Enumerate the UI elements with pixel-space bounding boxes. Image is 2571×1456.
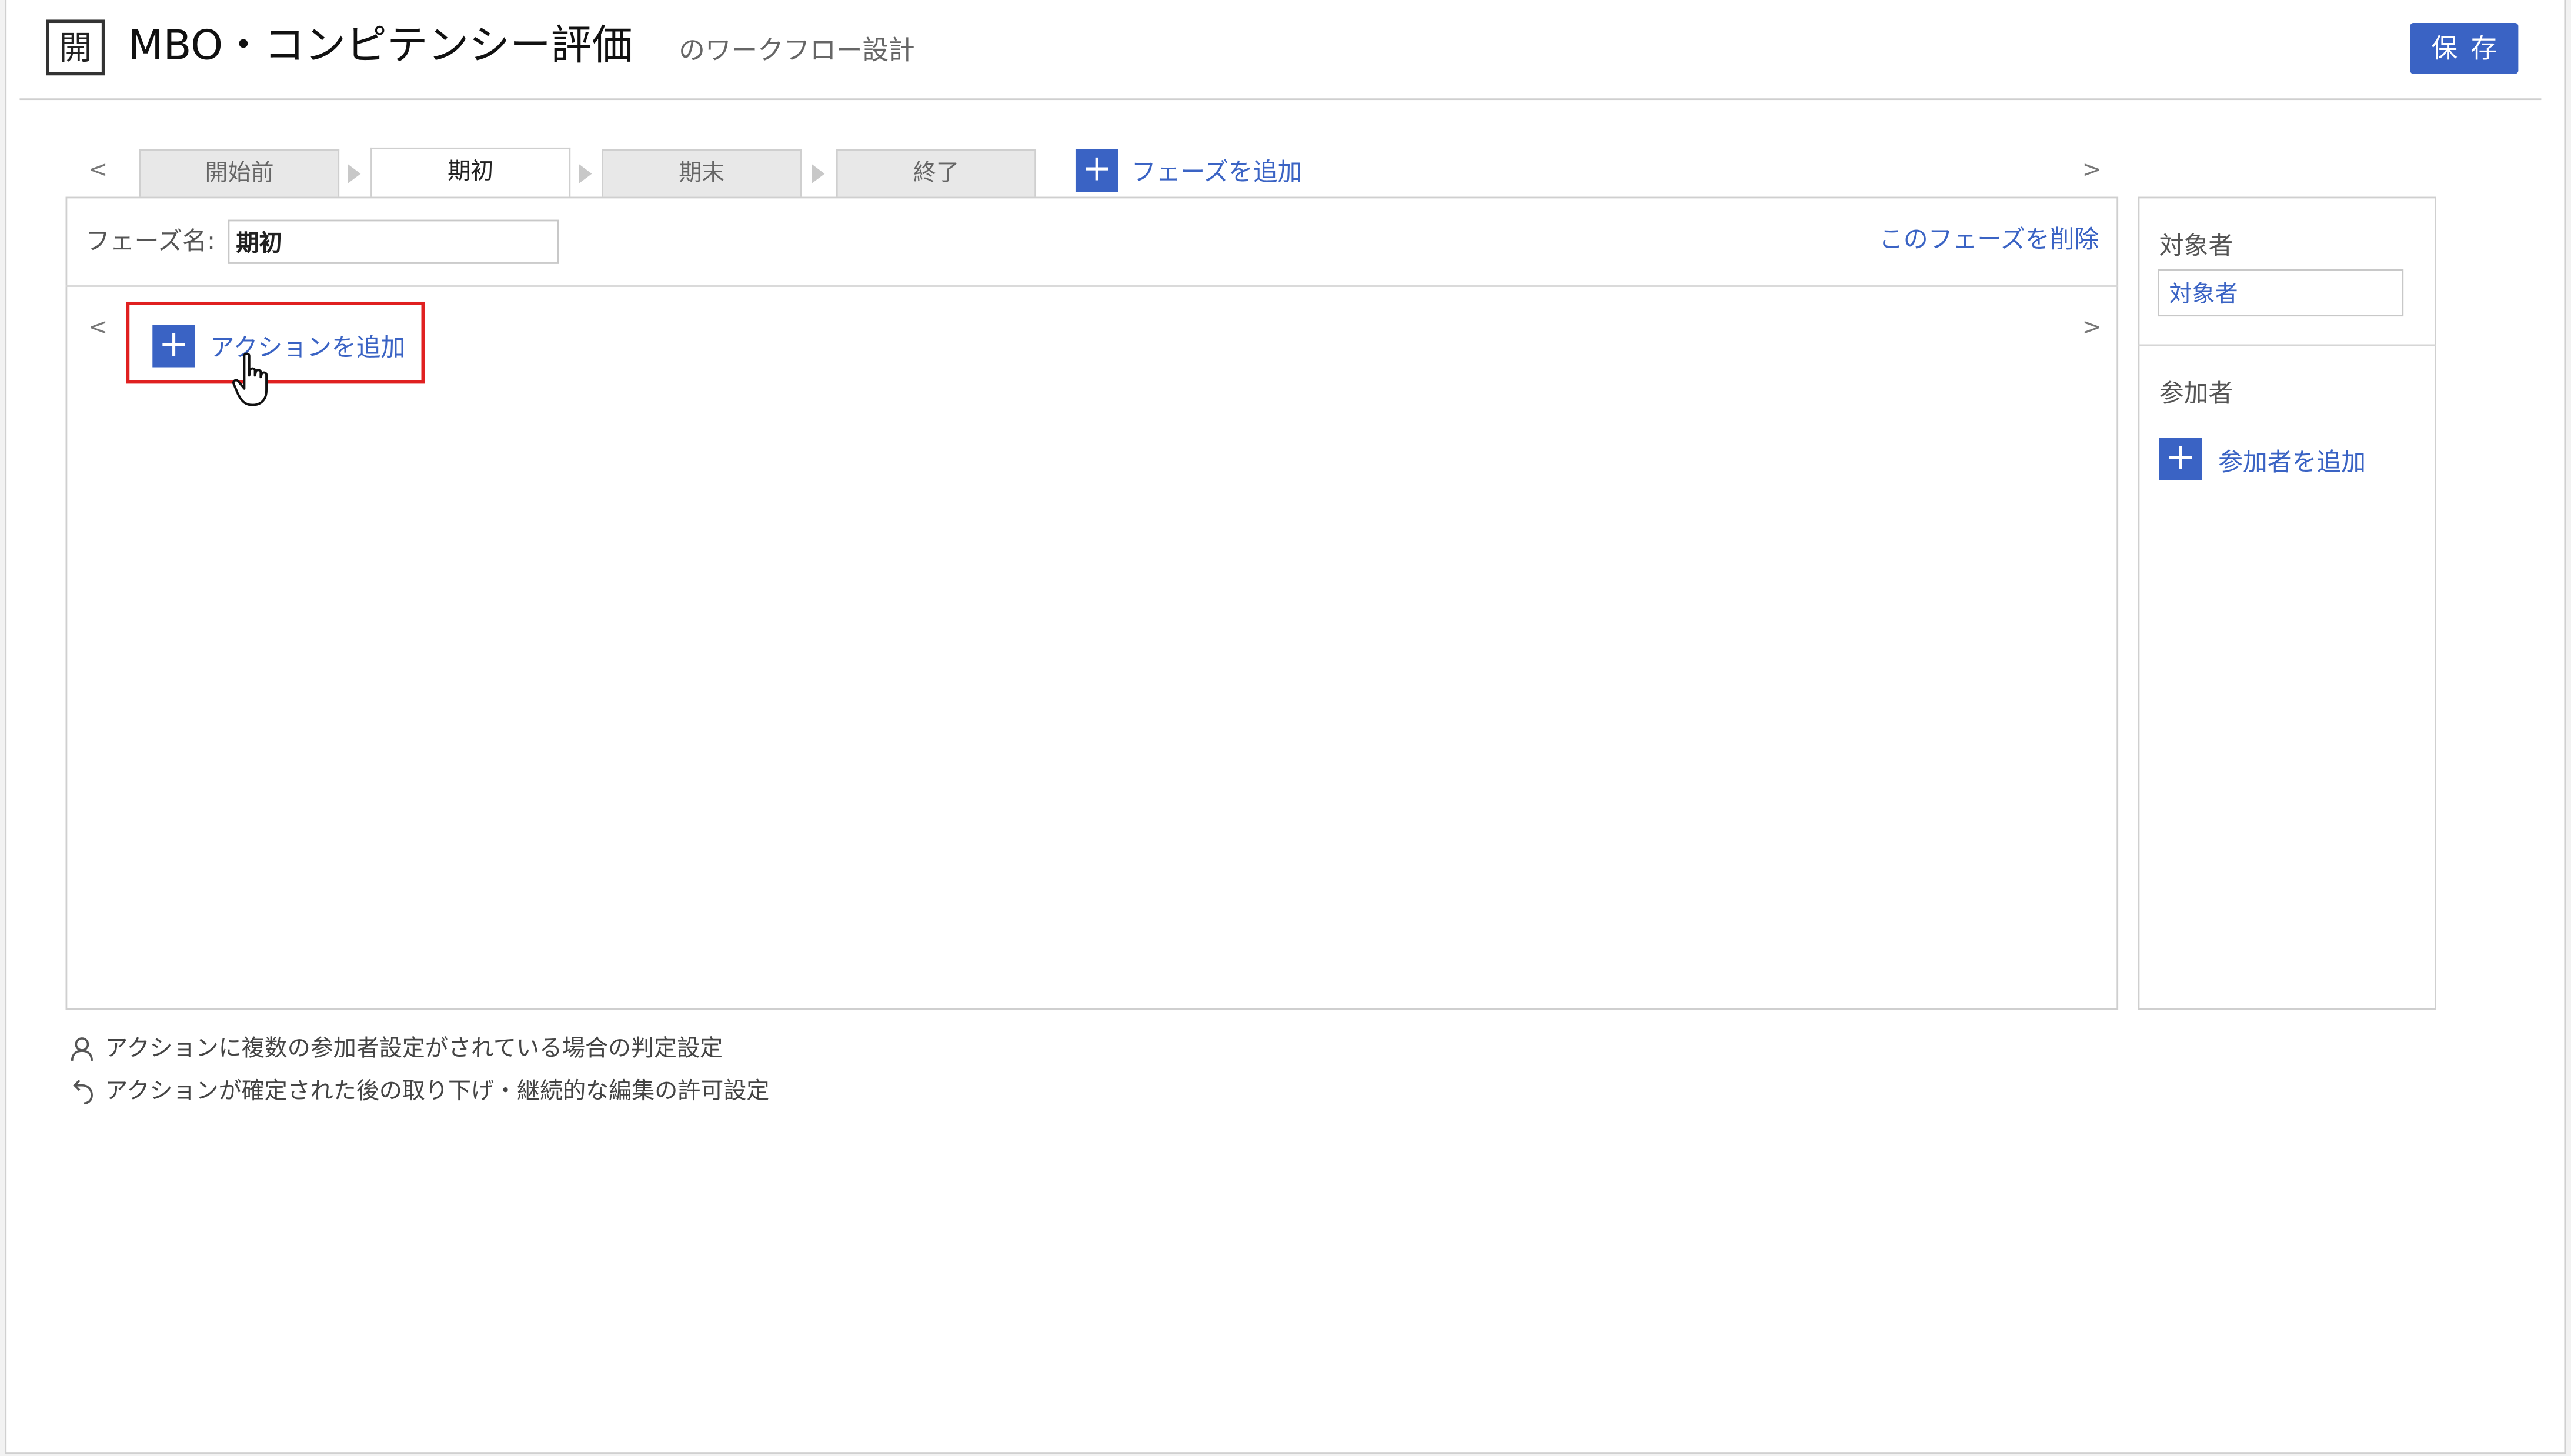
person-icon	[71, 1037, 93, 1061]
side-panel	[2138, 196, 2436, 1010]
side-panel-divider	[2138, 344, 2436, 346]
tab-phase-end[interactable]: 終了	[836, 149, 1037, 199]
page-subtitle: のワークフロー設計	[679, 34, 915, 66]
action-prev-arrow[interactable]: <	[89, 312, 108, 345]
delete-phase-link[interactable]: このフェーズを削除	[1879, 223, 2099, 256]
footnote-withdraw-setting[interactable]: アクションが確定された後の取り下げ・継続的な編集の許可設定	[105, 1076, 769, 1108]
header-divider	[19, 98, 2542, 101]
tab-phase-kimatsu[interactable]: 期末	[602, 149, 802, 199]
page-title: MBO・コンピテンシー評価	[128, 21, 633, 69]
target-input[interactable]	[2158, 269, 2404, 317]
footnote-judgement-setting[interactable]: アクションに複数の参加者設定がされている場合の判定設定	[105, 1033, 723, 1066]
tab-phase-before-start[interactable]: 開始前	[139, 149, 340, 199]
app-icon: 開	[46, 19, 105, 76]
phase-separator-icon	[579, 163, 592, 184]
save-button[interactable]: 保存	[2410, 23, 2519, 74]
phase-separator-icon	[348, 163, 361, 184]
phase-name-input[interactable]	[228, 219, 559, 264]
undo-icon	[73, 1080, 93, 1105]
phase-separator-icon	[812, 163, 825, 184]
hand-cursor-icon	[232, 352, 268, 406]
target-label: 対象者	[2159, 231, 2233, 261]
add-participant-link[interactable]: 参加者を追加	[2218, 446, 2366, 479]
action-next-arrow[interactable]: >	[2082, 312, 2102, 345]
phase-name-label: フェーズ名:	[85, 226, 216, 256]
add-participant-plus-icon[interactable]: +	[2159, 438, 2202, 480]
tab-phase-kishoki[interactable]: 期初	[370, 147, 571, 199]
phase-prev-arrow[interactable]: <	[89, 154, 108, 187]
phase-editor-divider	[65, 285, 2119, 287]
participants-label: 参加者	[2159, 379, 2233, 409]
add-phase-link[interactable]: フェーズを追加	[1131, 156, 1303, 189]
add-action-plus-icon[interactable]: +	[152, 325, 195, 368]
phase-next-arrow[interactable]: >	[2082, 154, 2102, 187]
add-phase-plus-icon[interactable]: +	[1075, 149, 1118, 192]
